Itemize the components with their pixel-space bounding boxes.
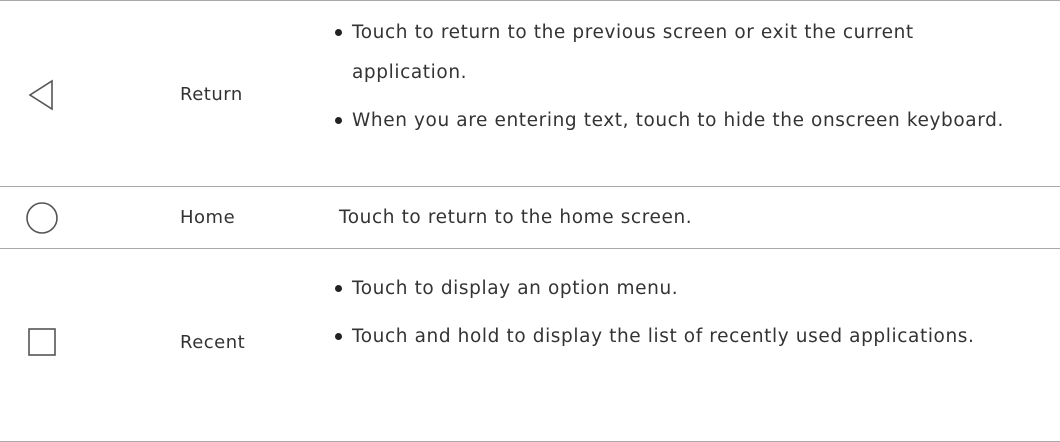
bullet-text: Touch and hold to display the list of re… [352,326,975,347]
key-name: Return [180,84,243,105]
bullet-icon [335,333,342,340]
list-item: Touch to return to the previous screen o… [330,13,1030,93]
list-item: Touch to display an option menu. [330,269,1030,309]
recent-square-icon [24,324,60,360]
list-item: When you are entering text, touch to hid… [330,101,1030,141]
key-description: Touch to return to the previous screen o… [330,13,1030,141]
description-text: Touch to return to the home screen. [339,207,693,228]
table-row-return: Return Touch to return to the previous s… [0,0,1060,186]
key-description: Touch to return to the home screen. [330,206,1030,230]
key-name: Recent [180,332,246,353]
bullet-icon [335,285,342,292]
back-triangle-icon [24,77,60,113]
key-name: Home [180,207,236,228]
bullet-icon [335,29,342,36]
table-row-home: Home Touch to return to the home screen. [0,186,1060,248]
navigation-keys-table: Return Touch to return to the previous s… [0,0,1060,442]
home-circle-icon [24,200,60,236]
bullet-text: Touch to return to the previous screen o… [352,22,914,83]
bullet-text: Touch to display an option menu. [352,278,679,299]
key-description: Touch to display an option menu. Touch a… [330,269,1030,357]
bullet-text: When you are entering text, touch to hid… [352,110,1004,131]
bullet-icon [335,117,342,124]
list-item: Touch and hold to display the list of re… [330,317,1030,357]
table-row-recent: Recent Touch to display an option menu. … [0,248,1060,442]
